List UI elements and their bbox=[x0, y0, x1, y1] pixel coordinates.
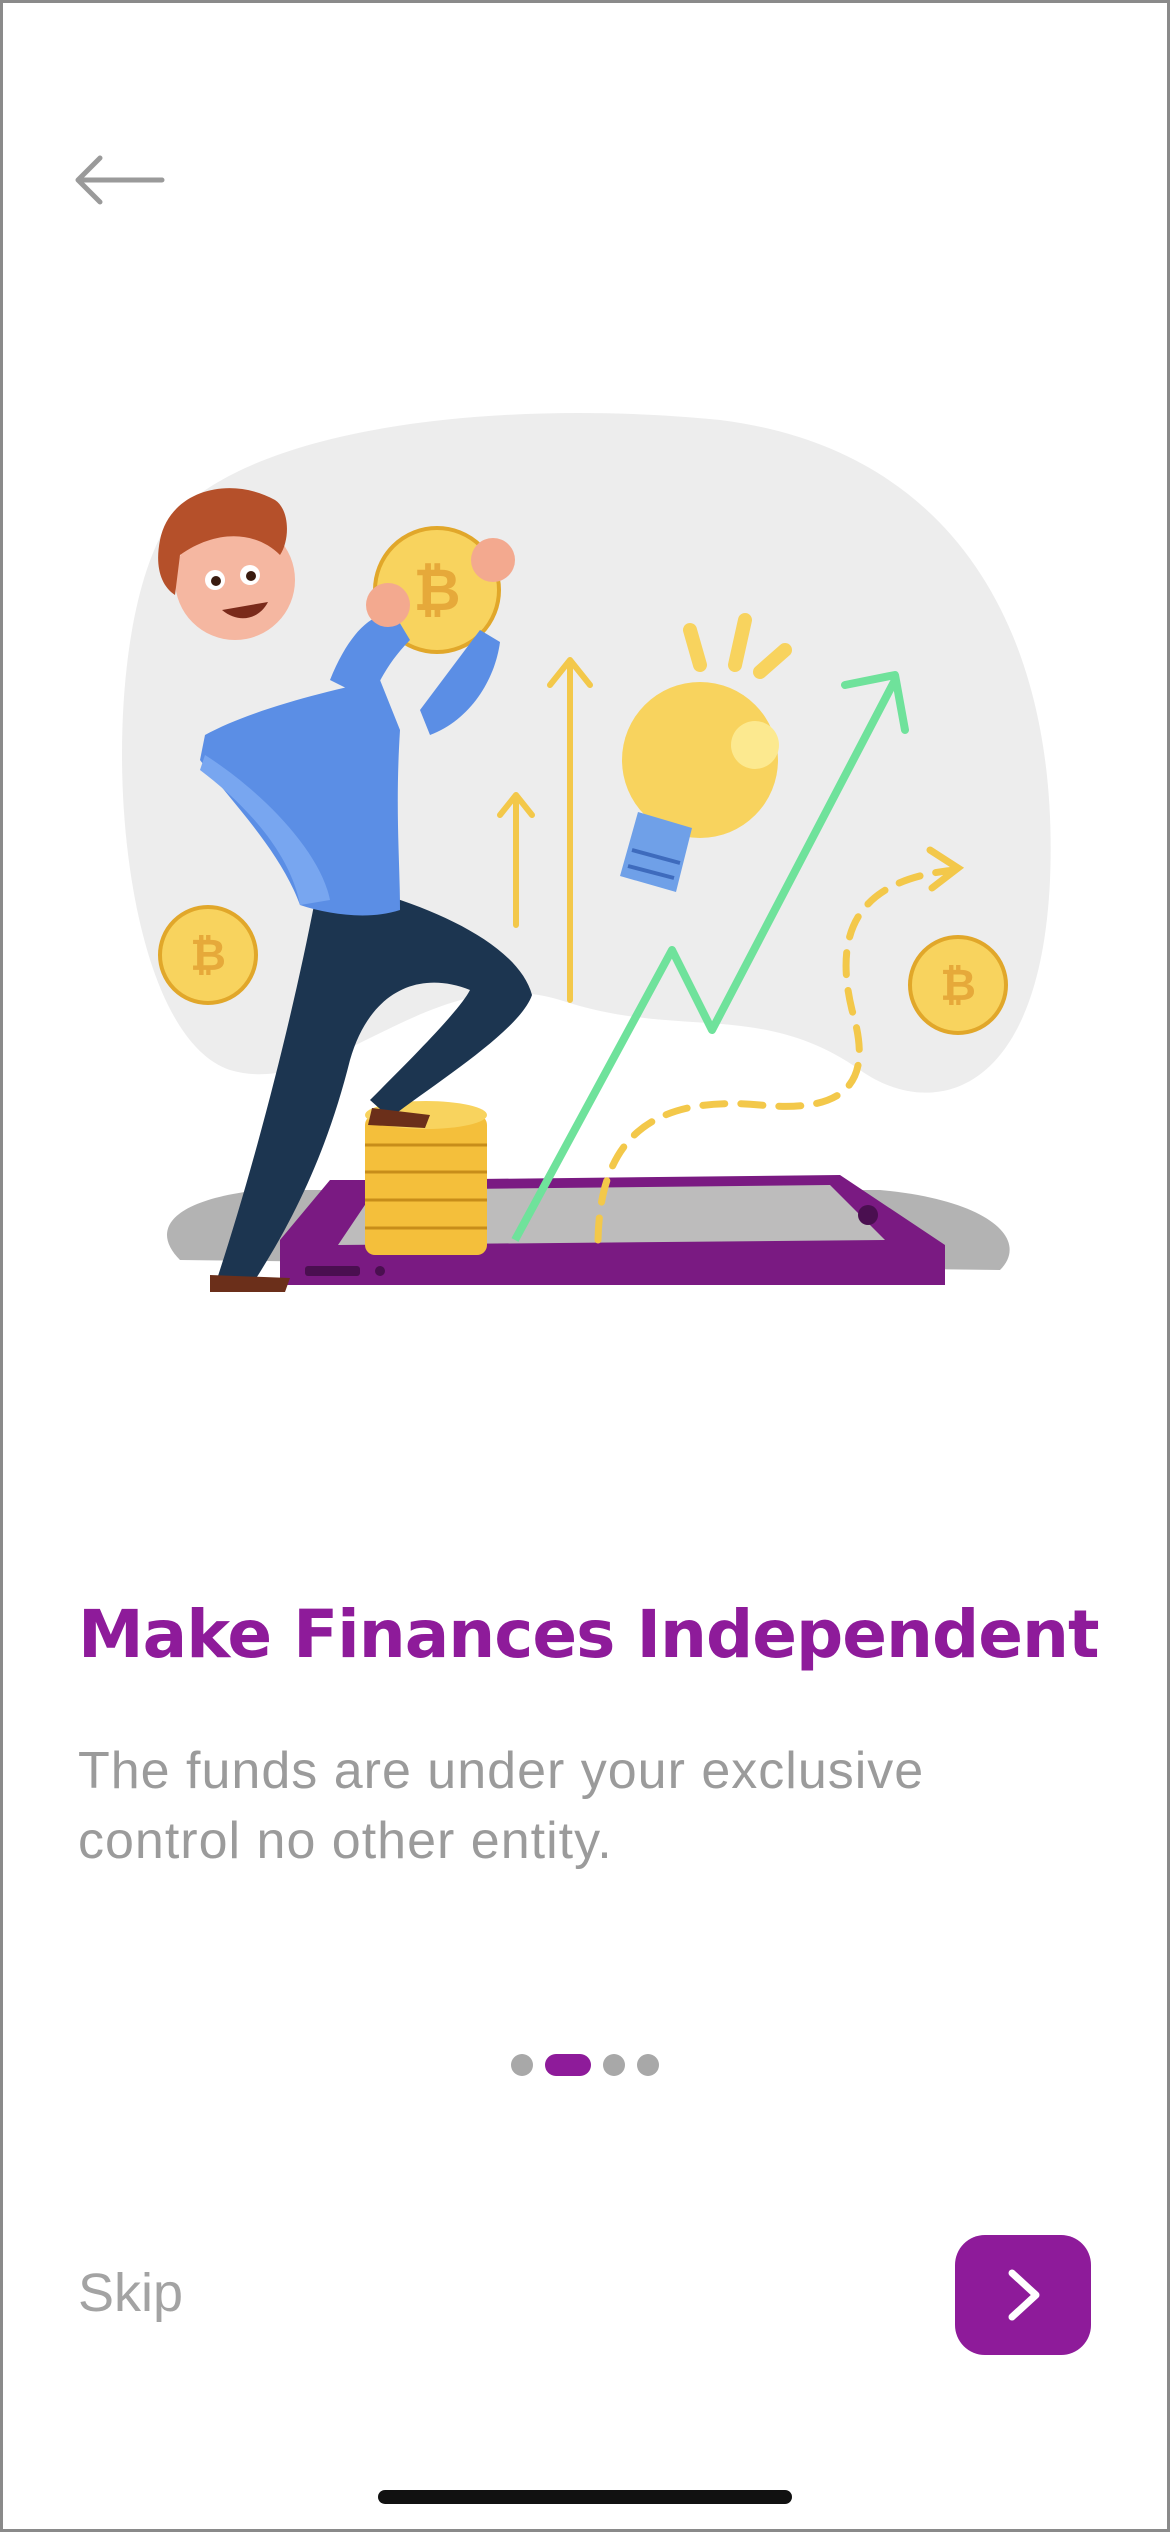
page-dot-2-active[interactable] bbox=[545, 2054, 591, 2076]
chevron-right-icon bbox=[1008, 2269, 1040, 2321]
page-dot-4[interactable] bbox=[637, 2054, 659, 2076]
svg-text:₿: ₿ bbox=[940, 960, 976, 1011]
page-title: Make Finances Independent bbox=[78, 1596, 1100, 1673]
page-subtitle: The funds are under your exclusive contr… bbox=[78, 1742, 925, 1870]
page-indicator bbox=[0, 2054, 1170, 2076]
home-indicator[interactable] bbox=[378, 2490, 792, 2504]
back-button[interactable] bbox=[70, 140, 180, 220]
svg-text:₿: ₿ bbox=[413, 556, 460, 624]
skip-button[interactable]: Skip bbox=[78, 2262, 183, 2324]
finance-growth-illustration: ₿ ₿ ₿ bbox=[121, 413, 1051, 1292]
page-dot-3[interactable] bbox=[603, 2054, 625, 2076]
arrow-left-icon bbox=[75, 155, 165, 205]
page-dot-1[interactable] bbox=[511, 2054, 533, 2076]
next-button[interactable] bbox=[955, 2235, 1091, 2355]
svg-text:₿: ₿ bbox=[190, 930, 226, 981]
